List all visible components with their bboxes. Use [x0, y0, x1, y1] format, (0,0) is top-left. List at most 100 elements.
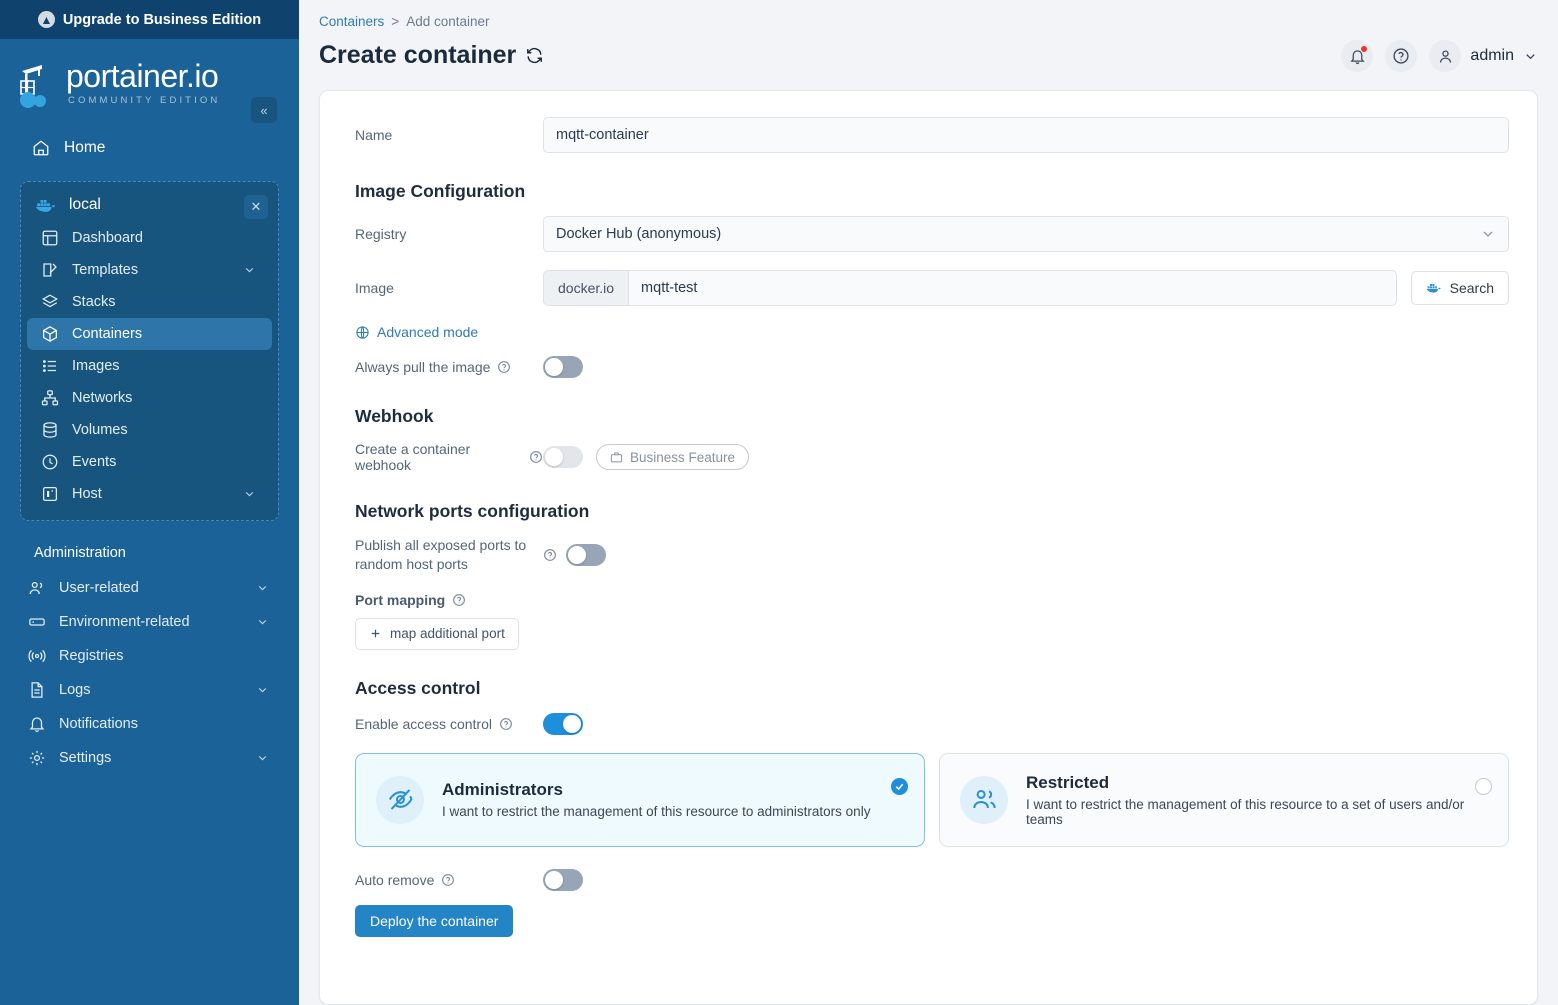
restricted-icon-circle — [960, 776, 1008, 824]
publish-ports-control — [543, 544, 1509, 566]
always-pull-toggle[interactable] — [543, 356, 583, 378]
sidebar-home-label: Home — [64, 139, 105, 157]
webhook-toggle[interactable] — [543, 446, 583, 468]
help-button[interactable] — [1385, 40, 1417, 72]
sidebar-item-volumes[interactable]: Volumes — [27, 414, 272, 446]
sidebar-item-home[interactable]: Home — [22, 131, 277, 165]
clock-icon — [41, 453, 59, 471]
sidebar-label: Logs — [59, 682, 90, 698]
bell-icon — [28, 715, 46, 733]
registries-icon — [28, 647, 46, 665]
containers-icon — [41, 325, 59, 343]
help-icon[interactable] — [499, 717, 513, 731]
image-configuration-title: Image Configuration — [338, 181, 1509, 202]
webhook-label: Create a container webhook — [355, 441, 522, 473]
templates-icon — [41, 261, 59, 279]
sidebar-label: Containers — [72, 326, 142, 342]
sidebar-item-dashboard[interactable]: Dashboard — [27, 222, 272, 254]
advanced-mode-link[interactable]: Advanced mode — [338, 324, 1509, 340]
sidebar-item-images[interactable]: Images — [27, 350, 272, 382]
toggle-knob — [545, 871, 563, 889]
restricted-radio[interactable] — [1475, 778, 1492, 795]
toggle-knob — [545, 448, 563, 466]
sidebar-item-logs[interactable]: Logs — [14, 673, 285, 707]
enable-access-toggle[interactable] — [543, 713, 583, 735]
gear-icon — [28, 749, 46, 767]
sidebar-item-host[interactable]: Host — [27, 478, 272, 510]
auto-remove-control — [543, 869, 1509, 891]
sidebar-item-events[interactable]: Events — [27, 446, 272, 478]
access-card-restricted[interactable]: Restricted I want to restrict the manage… — [939, 753, 1509, 847]
sidebar-item-user-related[interactable]: User-related — [14, 571, 285, 605]
map-port-label: map additional port — [390, 626, 505, 641]
help-icon[interactable] — [441, 873, 455, 887]
registry-control: Docker Hub (anonymous) — [543, 216, 1509, 252]
sidebar-item-containers[interactable]: Containers — [27, 318, 272, 350]
registry-row: Registry Docker Hub (anonymous) — [338, 216, 1509, 252]
port-mapping-row: Port mapping — [338, 592, 1509, 608]
administrators-radio[interactable] — [891, 778, 908, 795]
chevron-down-icon — [1523, 49, 1538, 64]
sidebar-item-templates[interactable]: Templates — [27, 254, 272, 286]
chevron-down-icon — [1480, 226, 1496, 242]
chevron-down-icon — [256, 616, 269, 629]
auto-remove-row: Auto remove — [338, 869, 1509, 891]
collapse-sidebar-button[interactable]: « — [251, 97, 277, 123]
sidebar-item-stacks[interactable]: Stacks — [27, 286, 272, 318]
map-additional-port-button[interactable]: map additional port — [355, 618, 519, 650]
upgrade-to-business-banner[interactable]: ▲ Upgrade to Business Edition — [0, 0, 299, 39]
help-icon[interactable] — [529, 450, 543, 464]
enable-access-control — [543, 713, 1509, 735]
sidebar-item-registries[interactable]: Registries — [14, 639, 285, 673]
app-root: ▲ Upgrade to Business Edition portainer.… — [0, 0, 1558, 1005]
help-icon[interactable] — [497, 360, 511, 374]
user-menu[interactable]: admin — [1429, 40, 1538, 72]
registry-select[interactable]: Docker Hub (anonymous) — [543, 216, 1509, 252]
access-card-administrators[interactable]: Administrators I want to restrict the ma… — [355, 753, 925, 847]
sidebar-item-settings[interactable]: Settings — [14, 741, 285, 775]
auto-remove-label: Auto remove — [355, 872, 434, 888]
notifications-button[interactable] — [1341, 40, 1373, 72]
publish-ports-row: Publish all exposed ports to random host… — [338, 536, 1509, 574]
sidebar-item-notifications[interactable]: Notifications — [14, 707, 285, 741]
advanced-mode-label: Advanced mode — [377, 324, 478, 340]
help-icon[interactable] — [543, 548, 557, 562]
access-control-title: Access control — [338, 678, 1509, 699]
deploy-container-button[interactable]: Deploy the container — [355, 905, 513, 937]
always-pull-label: Always pull the image — [355, 359, 490, 375]
publish-ports-toggle[interactable] — [566, 544, 606, 566]
port-mapping-label: Port mapping — [355, 592, 445, 608]
webhook-title: Webhook — [338, 406, 1509, 427]
enable-access-row: Enable access control — [338, 713, 1509, 735]
sidebar-item-networks[interactable]: Networks — [27, 382, 272, 414]
image-registry-prefix: docker.io — [543, 270, 628, 306]
auto-remove-label-wrap: Auto remove — [338, 872, 543, 888]
sidebar-label: Registries — [59, 648, 123, 664]
main-content: Containers > Add container Create contai… — [299, 0, 1558, 1005]
briefcase-icon — [610, 451, 623, 464]
auto-remove-toggle[interactable] — [543, 869, 583, 891]
enable-access-label-wrap: Enable access control — [338, 716, 543, 732]
environment-name: local — [69, 196, 101, 214]
breadcrumb-current: Add container — [406, 14, 489, 29]
sidebar-item-environment-related[interactable]: Environment-related — [14, 605, 285, 639]
restricted-text: Restricted I want to restrict the manage… — [1026, 773, 1488, 827]
toggle-knob — [568, 546, 586, 564]
publish-ports-label: Publish all exposed ports to random host… — [355, 536, 543, 574]
sidebar-label: Notifications — [59, 716, 138, 732]
refresh-icon[interactable] — [525, 46, 544, 65]
name-input[interactable]: mqtt-container — [543, 117, 1509, 153]
toggle-knob — [563, 715, 581, 733]
docker-whale-icon — [1426, 282, 1442, 294]
image-input[interactable]: mqtt-test — [628, 270, 1397, 306]
restricted-description: I want to restrict the management of thi… — [1026, 797, 1488, 827]
business-feature-badge[interactable]: Business Feature — [596, 444, 749, 470]
sidebar: ▲ Upgrade to Business Edition portainer.… — [0, 0, 299, 1005]
help-icon[interactable] — [452, 593, 466, 607]
environment-header[interactable]: local ✕ — [21, 188, 278, 222]
header-left: Containers > Add container Create contai… — [319, 14, 544, 70]
brand-row: portainer.io COMMUNITY EDITION « — [0, 39, 299, 123]
close-environment-button[interactable]: ✕ — [244, 195, 268, 219]
search-image-button[interactable]: Search — [1411, 271, 1509, 305]
breadcrumb-containers-link[interactable]: Containers — [319, 14, 384, 29]
